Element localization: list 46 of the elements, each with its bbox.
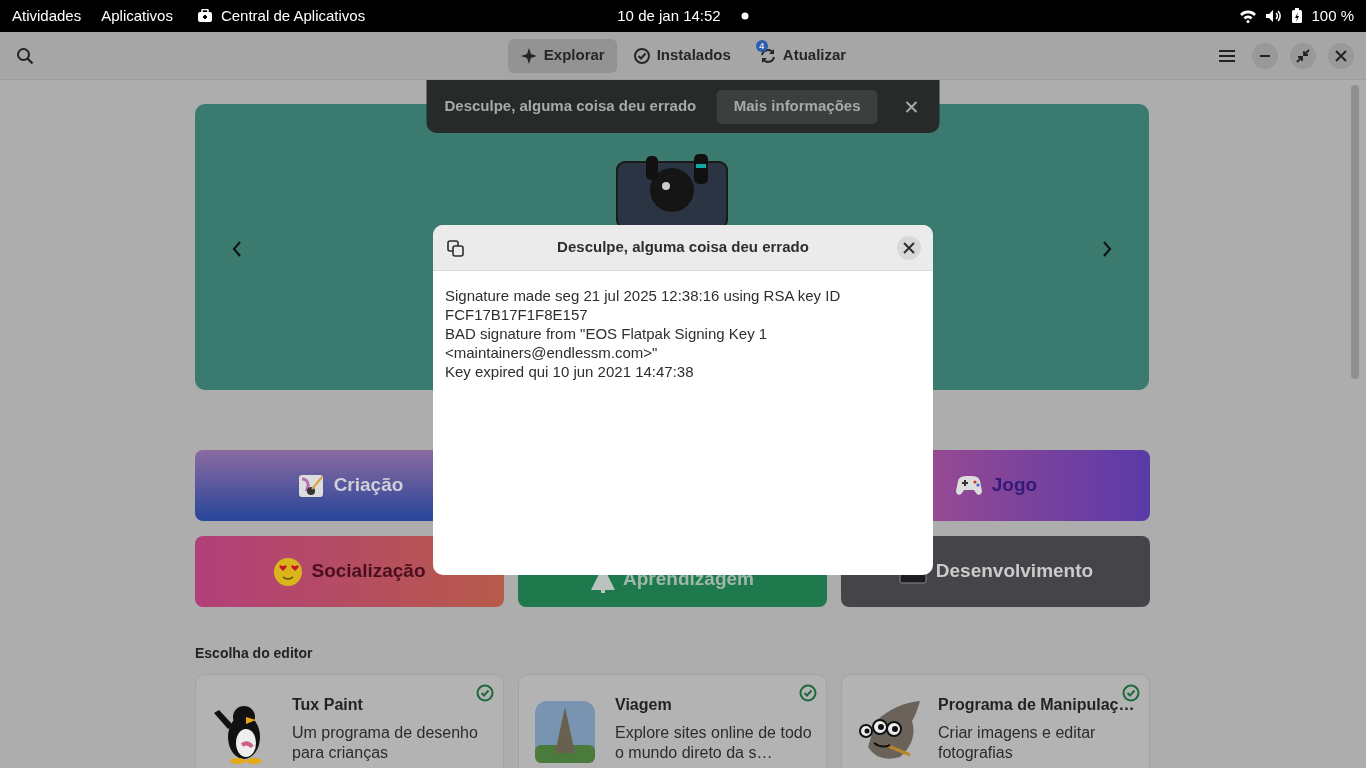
- dialog-title: Desculpe, alguma coisa deu errado: [557, 237, 809, 258]
- scrollbar[interactable]: [1351, 85, 1359, 379]
- app-description: Criar imagens e editar fotografias: [938, 723, 1097, 763]
- toast-message: Desculpe, alguma coisa deu errado: [444, 96, 698, 117]
- tab[interactable]: Explorar: [507, 38, 617, 73]
- copy-icon: [447, 240, 464, 257]
- bag-icon: [196, 9, 213, 23]
- app-description: Explore sites online de todo o mundo direto da s…: [615, 723, 812, 763]
- chevron-left-icon: [232, 241, 242, 257]
- clock[interactable]: 10 de jan 14:52: [617, 4, 721, 28]
- battery-icon: [1291, 8, 1304, 24]
- close-icon: [1335, 49, 1347, 62]
- tab[interactable]: 4 Atualizar: [746, 38, 859, 73]
- smiley-icon: [273, 556, 304, 587]
- search-icon: [16, 46, 34, 65]
- tab[interactable]: Instalados: [620, 38, 743, 73]
- apps-menu[interactable]: Aplicativos: [101, 4, 173, 28]
- error-text: Signature made seg 21 jul 2025 12:38:16 using RSA key ID FCF17B17F1F8E157: [445, 286, 842, 324]
- app-name[interactable]: Central de Aplicativos: [220, 4, 366, 28]
- close-button[interactable]: [897, 236, 921, 260]
- count-badge: 4: [755, 39, 768, 52]
- notification-dot-icon: [740, 12, 749, 20]
- app-title: Programa de Manipulaç…: [938, 695, 1135, 715]
- error-text: BAD signature from "EOS Flatpak Signing Key 1 <maintainers@endlessm.com>": [445, 324, 769, 362]
- app-card[interactable]: Programa de Manipulaç… Criar imagens e editar fotografias: [841, 674, 1150, 768]
- app-card[interactable]: Tux Paint Um programa de desenho para crianças: [195, 674, 504, 768]
- menu-icon: [1218, 48, 1236, 63]
- volume-icon: [1265, 9, 1284, 23]
- restore-button[interactable]: [1290, 42, 1316, 69]
- battery-level: 100 %: [1311, 5, 1354, 26]
- app-card[interactable]: Viagem Explore sites online de todo o mundo direto da s…: [518, 674, 827, 768]
- chevron-right-icon: [1102, 241, 1112, 257]
- minimize-button[interactable]: [1252, 42, 1278, 69]
- activities-button[interactable]: Atividades: [12, 4, 82, 28]
- app-description: Um programa de desenho para crianças: [292, 723, 479, 763]
- check-circle-icon: [632, 46, 651, 65]
- close-icon: [903, 242, 915, 254]
- restore-icon: [1296, 48, 1310, 63]
- section-heading: Escolha do editor: [195, 644, 314, 663]
- close-button[interactable]: [1328, 42, 1354, 69]
- more-info-button[interactable]: Mais informações: [716, 89, 878, 124]
- wifi-icon: [1239, 9, 1258, 23]
- close-icon: [905, 100, 918, 113]
- app-title: Viagem: [615, 695, 673, 715]
- app-title: Tux Paint: [292, 695, 364, 715]
- error-text: Key expired qui 10 jun 2021 14:47:38: [445, 362, 695, 381]
